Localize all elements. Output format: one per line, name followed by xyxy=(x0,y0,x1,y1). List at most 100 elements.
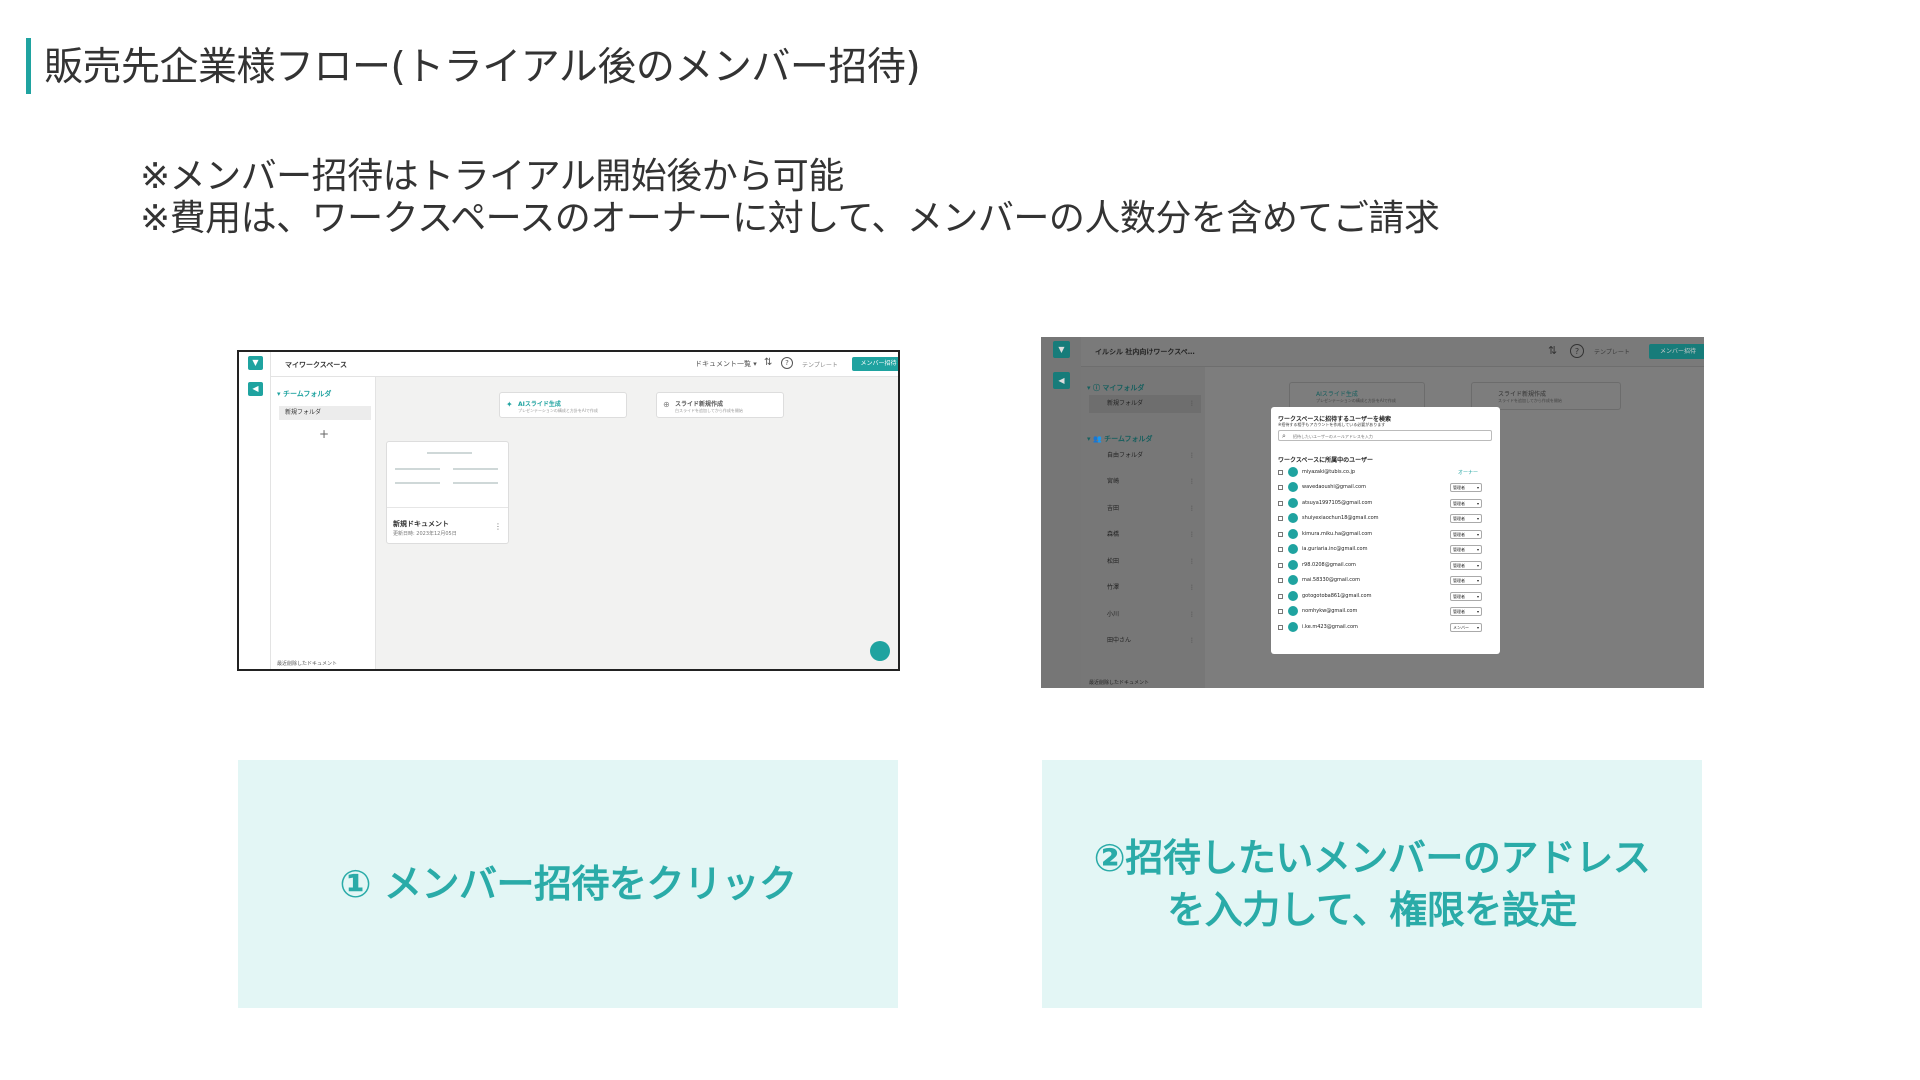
template-link[interactable]: テンプレート xyxy=(802,360,838,369)
title-accent-bar xyxy=(26,38,31,94)
role-select[interactable]: 管理者 ▾ xyxy=(1450,483,1482,492)
member-checkbox[interactable] xyxy=(1278,501,1283,506)
document-name: 新規ドキュメント xyxy=(393,520,449,528)
role-select[interactable]: 管理者 ▾ xyxy=(1450,561,1482,570)
sidebar-item[interactable]: 吉田 ⋮ xyxy=(1089,500,1201,518)
notes: ※メンバー招待はトライアル開始後から可能 ※費用は、ワークスペースのオーナーに対… xyxy=(140,156,1440,240)
more-icon[interactable]: ⋮ xyxy=(494,522,502,531)
document-filter-dropdown[interactable]: ドキュメント一覧 ▾ xyxy=(695,359,757,369)
add-circle-icon: ⊕ xyxy=(663,400,670,409)
member-checkbox[interactable] xyxy=(1278,470,1283,475)
document-date: 更新日時: 2023年12月05日 xyxy=(393,531,457,537)
send-icon[interactable]: ◀ xyxy=(1053,372,1070,389)
role-select[interactable]: 管理者 ▾ xyxy=(1450,545,1482,554)
member-row: shuiyexiaochun18@gmail.com 管理者 ▾ xyxy=(1278,513,1493,525)
help-icon[interactable]: ? xyxy=(781,357,793,369)
trash-link[interactable]: 最近削除したドキュメント xyxy=(277,660,337,667)
sidebar: ▾ ⓘ マイフォルダ 新規フォルダ ⋮ ▾ 👥 チームフォルダ 自由フォルダ ⋮ 宮… xyxy=(1081,367,1205,688)
my-folder-header[interactable]: ▾ ⓘ マイフォルダ xyxy=(1087,383,1144,393)
chat-icon[interactable] xyxy=(870,641,890,661)
user-avatar xyxy=(1288,529,1298,539)
member-row: i.ke.m423@gmail.com メンバー ▾ xyxy=(1278,622,1493,634)
role-select[interactable]: 管理者 ▾ xyxy=(1450,499,1482,508)
email-search-field[interactable]: ⌕ xyxy=(1278,430,1492,441)
invite-member-button[interactable]: メンバー招待 xyxy=(852,357,898,371)
topbar: マイワークスペース ドキュメント一覧 ▾ ⇅ ? テンプレート メンバー招待 xyxy=(271,352,898,377)
sidebar-folder[interactable]: 新規フォルダ xyxy=(279,406,371,420)
trash-link[interactable]: 最近削除したドキュメント xyxy=(1089,679,1149,686)
user-avatar xyxy=(1288,575,1298,585)
sidebar-item[interactable]: 田中さん ⋮ xyxy=(1089,632,1201,650)
user-avatar xyxy=(1288,544,1298,554)
member-row: nomhykw@gmail.com 管理者 ▾ xyxy=(1278,606,1493,618)
screenshot-invite-modal: ▼ ◀ イルシル 社内向けワークスペ… ⇅ ? テンプレート メンバー招待 ▾ … xyxy=(1041,337,1704,688)
role-select[interactable]: 管理者 ▾ xyxy=(1450,530,1482,539)
sidebar-item[interactable]: 小川 ⋮ xyxy=(1089,606,1201,624)
home-icon[interactable]: ▼ xyxy=(248,356,263,370)
sidebar-item[interactable]: 森橋 ⋮ xyxy=(1089,526,1201,544)
invite-modal: ワークスペースに招待するユーザーを検索 ※招待する相手もアカウントを作成している… xyxy=(1271,407,1500,654)
page-title: 販売先企業様フロー(トライアル後のメンバー招待) xyxy=(44,45,921,90)
new-slide-card[interactable]: スライド新規作成 スライドを追加してから作成を開始 xyxy=(1471,382,1621,410)
note-line-2: ※費用は、ワークスペースのオーナーに対して、メンバーの人数分を含めてご請求 xyxy=(140,198,1440,239)
workspace-name: イルシル 社内向けワークスペ… xyxy=(1095,348,1195,356)
sidebar-item[interactable]: 竹澤 ⋮ xyxy=(1089,579,1201,597)
sort-icon[interactable]: ⇅ xyxy=(1548,344,1557,357)
caption-step-1: ① メンバー招待をクリック xyxy=(238,760,898,1008)
add-folder-button[interactable]: + xyxy=(319,427,329,441)
member-row: wavedaoushi@gmail.com 管理者 ▾ xyxy=(1278,482,1493,494)
sidebar-item[interactable]: 松田 ⋮ xyxy=(1089,553,1201,571)
ai-slide-card[interactable]: ✦ AIスライド生成 プレゼンテーションの構成と方針をAIで作成 xyxy=(499,392,627,418)
member-checkbox[interactable] xyxy=(1278,516,1283,521)
role-select[interactable]: 管理者 ▾ xyxy=(1450,592,1482,601)
topbar: イルシル 社内向けワークスペ… ⇅ ? テンプレート メンバー招待 xyxy=(1081,337,1704,367)
caption-step-2: ②招待したいメンバーのアドレス を入力して、権限を設定 xyxy=(1042,760,1702,1008)
role-select[interactable]: 管理者 ▾ xyxy=(1450,576,1482,585)
member-checkbox[interactable] xyxy=(1278,625,1283,630)
help-icon[interactable]: ? xyxy=(1570,344,1584,358)
user-avatar xyxy=(1288,467,1298,477)
member-row: atsuya1997105@gmail.com 管理者 ▾ xyxy=(1278,498,1493,510)
member-checkbox[interactable] xyxy=(1278,594,1283,599)
owner-label: オーナー xyxy=(1458,470,1479,476)
member-checkbox[interactable] xyxy=(1278,609,1283,614)
member-row: r98.0208@gmail.com 管理者 ▾ xyxy=(1278,560,1493,572)
send-icon[interactable]: ◀ xyxy=(248,382,263,396)
search-icon: ⌕ xyxy=(1282,432,1286,440)
team-folder-header[interactable]: ▾ チームフォルダ xyxy=(277,389,331,399)
icon-rail: ▼ ◀ xyxy=(239,352,271,669)
screenshot-workspace: ▼ ◀ マイワークスペース ドキュメント一覧 ▾ ⇅ ? テンプレート メンバー… xyxy=(237,350,900,671)
sort-icon[interactable]: ⇅ xyxy=(764,357,772,368)
document-card[interactable]: 新規ドキュメント 更新日時: 2023年12月05日 ⋮ xyxy=(386,441,509,544)
user-avatar xyxy=(1288,622,1298,632)
member-row: kimura.miku.ha@gmail.com 管理者 ▾ xyxy=(1278,529,1493,541)
home-icon[interactable]: ▼ xyxy=(1053,341,1070,358)
member-checkbox[interactable] xyxy=(1278,563,1283,568)
invite-member-button[interactable]: メンバー招待 xyxy=(1649,344,1704,359)
role-select[interactable]: メンバー ▾ xyxy=(1450,623,1482,632)
template-link[interactable]: テンプレート xyxy=(1594,347,1630,356)
user-avatar xyxy=(1288,498,1298,508)
ai-slide-card[interactable]: AIスライド生成 プレゼンテーションの構成と方針をAIで作成 xyxy=(1289,382,1425,410)
user-avatar xyxy=(1288,560,1298,570)
sidebar-folder[interactable]: 新規フォルダ ⋮ xyxy=(1089,395,1201,413)
member-checkbox[interactable] xyxy=(1278,532,1283,537)
member-row: miyazaki@tubis.co.jp オーナー xyxy=(1278,467,1493,479)
role-select[interactable]: 管理者 ▾ xyxy=(1450,514,1482,523)
email-search-input[interactable] xyxy=(1293,432,1483,440)
member-checkbox[interactable] xyxy=(1278,547,1283,552)
icon-rail: ▼ ◀ xyxy=(1041,337,1081,688)
sidebar: ▾ チームフォルダ 新規フォルダ + 最近削除したドキュメント xyxy=(271,377,376,669)
sidebar-item[interactable]: 宮崎 ⋮ xyxy=(1089,473,1201,491)
member-checkbox[interactable] xyxy=(1278,578,1283,583)
note-line-1: ※メンバー招待はトライアル開始後から可能 xyxy=(140,156,844,197)
new-slide-card[interactable]: ⊕ スライド新規作成 白スライドを追加してから作成を開始 xyxy=(656,392,784,418)
role-select[interactable]: 管理者 ▾ xyxy=(1450,607,1482,616)
user-avatar xyxy=(1288,606,1298,616)
sidebar-item[interactable]: 自由フォルダ ⋮ xyxy=(1089,447,1201,465)
member-checkbox[interactable] xyxy=(1278,485,1283,490)
member-row: mai.58330@gmail.com 管理者 ▾ xyxy=(1278,575,1493,587)
member-row: gotogotoba861@gmail.com 管理者 ▾ xyxy=(1278,591,1493,603)
user-avatar xyxy=(1288,482,1298,492)
team-folder-header[interactable]: ▾ 👥 チームフォルダ xyxy=(1087,434,1152,444)
